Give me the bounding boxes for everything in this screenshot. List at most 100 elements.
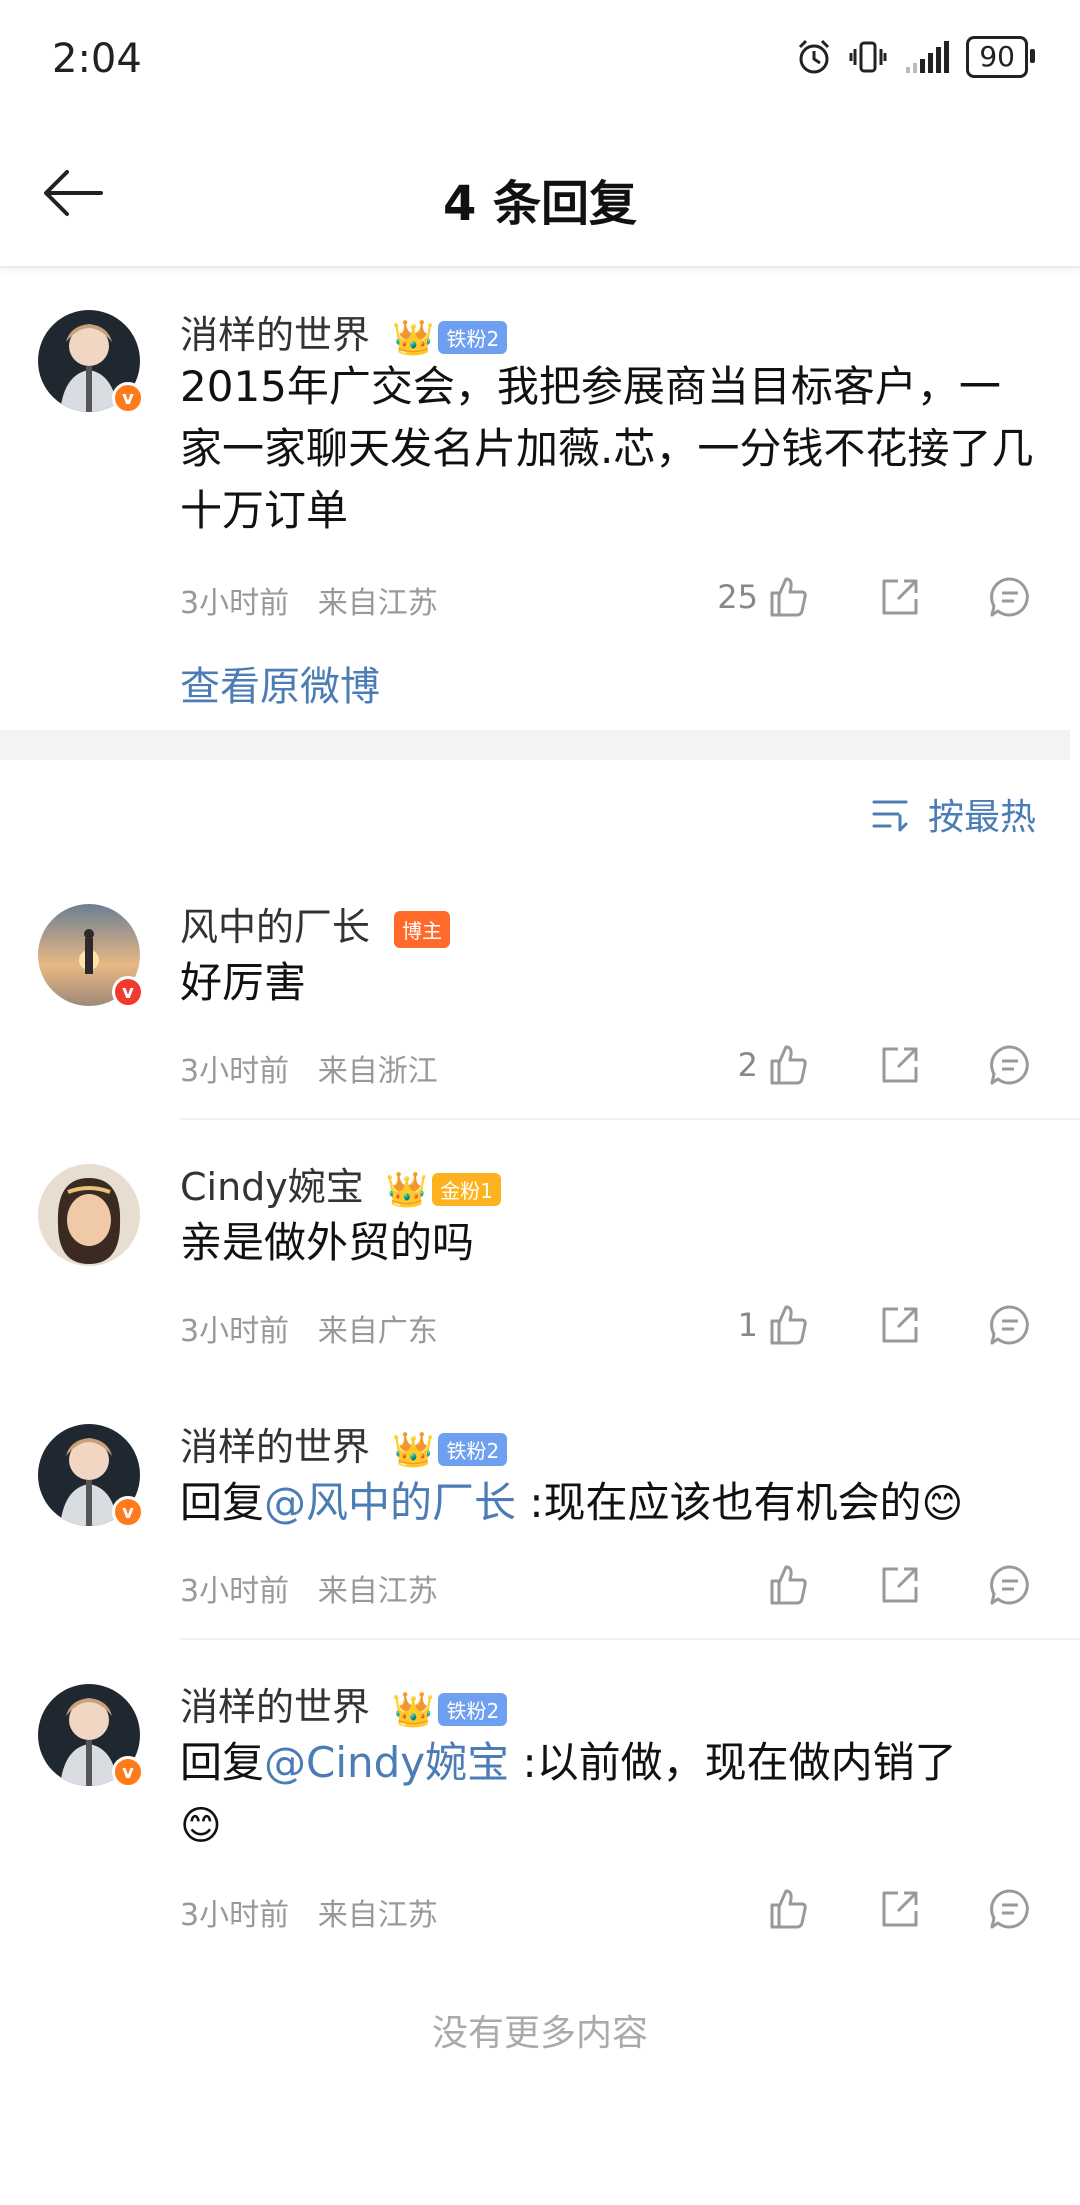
reply-prefix: 回复 <box>180 1738 265 1787</box>
reply-time: 3小时前 <box>180 1574 290 1609</box>
sort-button[interactable]: 按最热 <box>870 788 1036 840</box>
avatar[interactable]: v <box>38 1684 144 1788</box>
avatar[interactable]: v <box>38 904 144 1008</box>
share-icon <box>882 1047 918 1083</box>
share-button[interactable] <box>810 1560 922 1610</box>
sort-lines-icon <box>872 800 908 832</box>
fan-badge: 👑 铁粉2 <box>392 1690 508 1730</box>
status-time: 2:04 <box>52 36 142 82</box>
reply-text: :现在应该也有机会的 <box>516 1478 922 1527</box>
thumbs-up-icon <box>770 1305 807 1345</box>
username[interactable]: Cindy婉宝 👑 金粉1 <box>180 1156 501 1211</box>
alarm-icon <box>799 39 830 74</box>
reply-time: 3小时前 <box>180 1898 290 1933</box>
comment-button[interactable] <box>922 1884 1032 1934</box>
thumbs-up-icon <box>770 577 807 617</box>
comment-time: 3小时前 <box>180 586 290 621</box>
reply-location: 来自江苏 <box>317 1898 438 1933</box>
smile-emoji-icon: 😊 <box>921 1481 964 1527</box>
username-text[interactable]: 消样的世界 <box>180 313 370 357</box>
avatar[interactable] <box>38 1164 140 1266</box>
reply-meta: 3小时前 来自江苏 <box>180 1566 438 1610</box>
share-button[interactable] <box>810 1300 922 1350</box>
reply-location: 来自广东 <box>317 1314 438 1349</box>
fan-level-label: 铁粉2 <box>438 1693 508 1726</box>
like-button[interactable]: 1 <box>690 1300 810 1350</box>
fan-level-label: 金粉1 <box>432 1173 501 1206</box>
comment-icon <box>990 577 1029 617</box>
fan-level-label: 铁粉2 <box>438 321 508 354</box>
share-icon <box>882 1567 918 1603</box>
share-button[interactable] <box>810 1884 922 1934</box>
mention-link[interactable]: @风中的厂长 <box>264 1478 516 1527</box>
comment-button[interactable] <box>922 1560 1032 1610</box>
like-button[interactable] <box>690 1560 810 1610</box>
comment-content: 2015年广交会，我把参展商当目标客户，一家一家聊天发名片加薇.芯，一分钱不花接… <box>180 362 1034 535</box>
username-text[interactable]: 风中的厂长 <box>180 905 370 949</box>
share-button[interactable] <box>810 1040 922 1090</box>
mention-link[interactable]: @Cindy婉宝 <box>264 1738 509 1787</box>
like-button[interactable] <box>690 1884 810 1934</box>
username[interactable]: 消样的世界 👑 铁粉2 <box>180 304 508 359</box>
avatar[interactable]: v <box>38 310 144 414</box>
share-icon <box>882 579 918 615</box>
reply-location: 来自江苏 <box>317 1574 438 1609</box>
host-tag: 博主 <box>394 911 451 948</box>
comment-location: 来自江苏 <box>317 586 438 621</box>
share-button[interactable] <box>810 572 922 622</box>
username[interactable]: 消样的世界 👑 铁粉2 <box>180 1416 508 1471</box>
fan-badge: 👑 铁粉2 <box>392 317 508 358</box>
divider <box>180 1118 1080 1120</box>
verified-v-icon: v <box>112 1756 144 1788</box>
page-title: 4 条回复 <box>442 176 638 232</box>
reply-actions <box>690 1884 1032 1934</box>
like-button[interactable]: 2 <box>690 1040 810 1090</box>
thumbs-up-icon <box>770 1565 807 1605</box>
fan-badge: 👑 铁粉2 <box>392 1429 508 1470</box>
username-text[interactable]: 消样的世界 <box>180 1425 370 1469</box>
reply-time: 3小时前 <box>180 1054 290 1089</box>
reply-content: 回复@Cindy婉宝 :以前做，现在做内销了 😊 <box>180 1732 1040 1857</box>
signal-icon <box>906 41 950 73</box>
thumbs-up-icon <box>770 1889 807 1929</box>
username-text[interactable]: 消样的世界 <box>180 1685 370 1729</box>
comment-actions: 25 <box>690 572 1032 622</box>
username-text[interactable]: Cindy婉宝 <box>180 1165 364 1209</box>
avatar[interactable]: v <box>38 1424 144 1528</box>
crown-icon: 👑 <box>385 1169 429 1210</box>
reply-time: 3小时前 <box>180 1314 290 1349</box>
share-icon <box>882 1307 918 1343</box>
reply-text: :以前做，现在做内销了 <box>509 1738 957 1787</box>
reply-location: 来自浙江 <box>317 1054 438 1089</box>
fan-badge: 👑 金粉1 <box>386 1170 501 1210</box>
comment-button[interactable] <box>922 1300 1032 1350</box>
comment-button[interactable] <box>922 1040 1032 1090</box>
section-divider <box>0 730 1070 760</box>
crown-icon: 👑 <box>392 1429 435 1470</box>
view-original-link[interactable]: 查看原微博 <box>180 654 380 712</box>
comment-icon <box>990 1889 1029 1929</box>
thumbs-up-icon <box>770 1045 807 1085</box>
reply-content: 好厉害 <box>180 958 307 1007</box>
vibrate-icon <box>849 41 887 73</box>
like-count: 2 <box>737 1046 758 1084</box>
username[interactable]: 风中的厂长 博主 <box>180 896 451 951</box>
username[interactable]: 消样的世界 👑 铁粉2 <box>180 1676 508 1731</box>
status-bar: 2:04 90 <box>0 0 1080 120</box>
reply-content: 亲是做外贸的吗 <box>180 1218 475 1267</box>
comment-icon <box>990 1045 1029 1085</box>
comment-button[interactable] <box>922 572 1032 622</box>
reply-content: 回复@风中的厂长 :现在应该也有机会的😊 <box>180 1472 1040 1535</box>
reply-meta: 3小时前 来自江苏 <box>180 1890 438 1934</box>
comment-icon <box>990 1305 1029 1345</box>
reply-actions: 2 <box>690 1040 1032 1090</box>
reply-actions: 1 <box>690 1300 1032 1350</box>
reply-meta: 3小时前 来自广东 <box>180 1306 438 1350</box>
divider <box>180 1638 1080 1640</box>
share-icon <box>882 1891 918 1927</box>
smile-emoji-icon: 😊 <box>180 1803 222 1849</box>
crown-icon: 👑 <box>392 317 435 358</box>
no-more-content: 没有更多内容 <box>431 2013 648 2054</box>
like-button[interactable]: 25 <box>690 572 810 622</box>
reply-meta: 3小时前 来自浙江 <box>180 1046 438 1090</box>
